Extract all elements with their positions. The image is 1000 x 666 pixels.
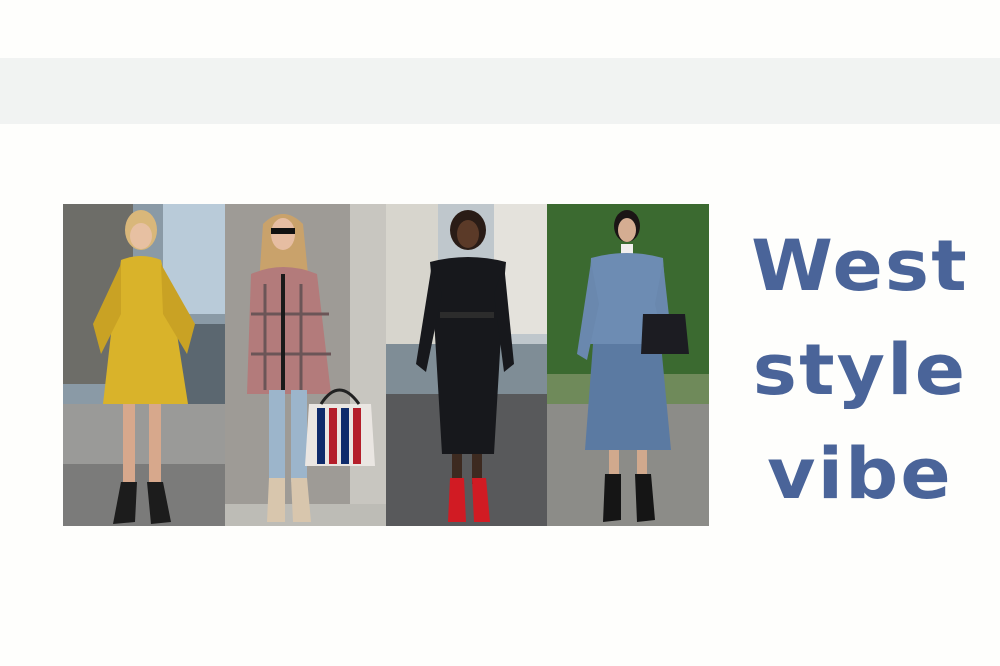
headline-line-2: style [752,329,968,411]
photo-black-dress [386,204,547,526]
street-style-collage [63,204,709,526]
photo-yellow-dress [63,204,225,526]
headline-line-3: vibe [767,433,953,515]
headline: West style vibe [740,214,980,526]
photo-plaid-blazer [225,204,386,526]
headline-line-1: West [751,225,969,307]
top-banner-band [0,58,1000,124]
photo-denim-outfit [547,204,709,526]
